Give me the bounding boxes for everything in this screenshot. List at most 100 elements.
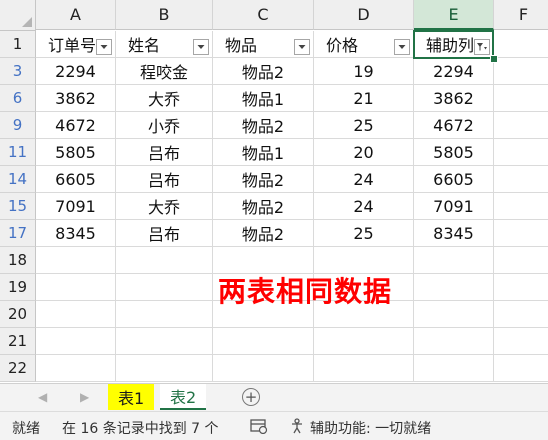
data-cell[interactable]: 21 xyxy=(314,85,414,112)
empty-cell[interactable] xyxy=(414,274,494,301)
data-cell[interactable]: 6605 xyxy=(414,166,494,193)
empty-cell[interactable] xyxy=(494,328,548,355)
empty-cell[interactable] xyxy=(36,274,116,301)
header-cell[interactable]: 物品 xyxy=(213,31,314,58)
filter-dropdown-icon[interactable] xyxy=(394,39,410,55)
row-header-9[interactable]: 9 xyxy=(0,112,36,139)
data-cell[interactable]: 8345 xyxy=(36,220,116,247)
data-cell[interactable]: 物品1 xyxy=(213,85,314,112)
accessibility-status[interactable]: 辅助功能: 一切就绪 xyxy=(310,418,431,438)
data-cell[interactable]: 5805 xyxy=(414,139,494,166)
empty-cell[interactable] xyxy=(213,355,314,382)
scroll-tabs-right-icon[interactable]: ▶ xyxy=(80,390,89,404)
column-header-a[interactable]: A xyxy=(36,0,116,30)
empty-cell[interactable] xyxy=(494,31,548,58)
sheet-tab-1[interactable]: 表1 xyxy=(108,384,155,410)
empty-cell[interactable] xyxy=(414,355,494,382)
data-cell[interactable]: 物品2 xyxy=(213,112,314,139)
header-cell[interactable]: 辅助列 xyxy=(414,31,494,58)
empty-cell[interactable] xyxy=(116,301,213,328)
row-header-17[interactable]: 17 xyxy=(0,220,36,247)
data-cell[interactable]: 2294 xyxy=(36,58,116,85)
data-cell[interactable]: 5805 xyxy=(36,139,116,166)
data-cell[interactable]: 19 xyxy=(314,58,414,85)
add-sheet-icon[interactable]: + xyxy=(242,388,260,406)
empty-cell[interactable] xyxy=(494,139,548,166)
row-header-20[interactable]: 20 xyxy=(0,301,36,328)
data-cell[interactable]: 吕布 xyxy=(116,220,213,247)
data-cell[interactable]: 2294 xyxy=(414,58,494,85)
empty-cell[interactable] xyxy=(36,355,116,382)
column-header-e[interactable]: E xyxy=(414,0,494,30)
empty-cell[interactable] xyxy=(414,301,494,328)
header-cell[interactable]: 姓名 xyxy=(116,31,213,58)
empty-cell[interactable] xyxy=(494,220,548,247)
column-header-d[interactable]: D xyxy=(314,0,414,30)
data-cell[interactable]: 6605 xyxy=(36,166,116,193)
row-header-1[interactable]: 1 xyxy=(0,31,36,58)
empty-cell[interactable] xyxy=(36,247,116,274)
data-cell[interactable]: 物品2 xyxy=(213,220,314,247)
data-cell[interactable]: 吕布 xyxy=(116,139,213,166)
row-header-19[interactable]: 19 xyxy=(0,274,36,301)
data-cell[interactable]: 4672 xyxy=(414,112,494,139)
data-cell[interactable]: 大乔 xyxy=(116,193,213,220)
select-all-corner[interactable] xyxy=(0,0,36,31)
scroll-tabs-left-icon[interactable]: ◀ xyxy=(38,390,47,404)
data-cell[interactable]: 7091 xyxy=(36,193,116,220)
data-cell[interactable]: 物品2 xyxy=(213,166,314,193)
empty-cell[interactable] xyxy=(494,274,548,301)
data-cell[interactable]: 25 xyxy=(314,112,414,139)
header-cell[interactable]: 订单号 xyxy=(36,31,116,58)
data-cell[interactable]: 4672 xyxy=(36,112,116,139)
empty-cell[interactable] xyxy=(314,328,414,355)
empty-cell[interactable] xyxy=(116,247,213,274)
data-cell[interactable]: 3862 xyxy=(36,85,116,112)
filter-dropdown-icon[interactable] xyxy=(96,39,112,55)
empty-cell[interactable] xyxy=(116,274,213,301)
sheet-tab-2[interactable]: 表2 xyxy=(160,384,207,410)
data-cell[interactable]: 20 xyxy=(314,139,414,166)
empty-cell[interactable] xyxy=(494,58,548,85)
row-header-6[interactable]: 6 xyxy=(0,85,36,112)
empty-cell[interactable] xyxy=(314,355,414,382)
empty-cell[interactable] xyxy=(213,328,314,355)
data-cell[interactable]: 物品2 xyxy=(213,58,314,85)
row-header-11[interactable]: 11 xyxy=(0,139,36,166)
filter-dropdown-icon[interactable] xyxy=(294,39,310,55)
cell-mode-icon[interactable] xyxy=(250,418,268,438)
data-cell[interactable]: 24 xyxy=(314,166,414,193)
accessibility-icon[interactable] xyxy=(290,418,308,438)
row-header-14[interactable]: 14 xyxy=(0,166,36,193)
row-header-3[interactable]: 3 xyxy=(0,58,36,85)
data-cell[interactable]: 8345 xyxy=(414,220,494,247)
fill-handle[interactable] xyxy=(490,55,498,63)
data-cell[interactable]: 吕布 xyxy=(116,166,213,193)
filter-active-icon[interactable] xyxy=(474,39,490,55)
empty-cell[interactable] xyxy=(36,301,116,328)
empty-cell[interactable] xyxy=(494,85,548,112)
empty-cell[interactable] xyxy=(494,247,548,274)
column-header-b[interactable]: B xyxy=(116,0,213,30)
empty-cell[interactable] xyxy=(494,301,548,328)
row-header-21[interactable]: 21 xyxy=(0,328,36,355)
data-cell[interactable]: 3862 xyxy=(414,85,494,112)
row-header-22[interactable]: 22 xyxy=(0,355,36,382)
data-cell[interactable]: 物品2 xyxy=(213,193,314,220)
filter-dropdown-icon[interactable] xyxy=(193,39,209,55)
data-cell[interactable]: 大乔 xyxy=(116,85,213,112)
data-cell[interactable]: 程咬金 xyxy=(116,58,213,85)
data-cell[interactable]: 24 xyxy=(314,193,414,220)
data-cell[interactable]: 物品1 xyxy=(213,139,314,166)
empty-cell[interactable] xyxy=(116,355,213,382)
empty-cell[interactable] xyxy=(494,193,548,220)
data-cell[interactable]: 7091 xyxy=(414,193,494,220)
empty-cell[interactable] xyxy=(116,328,213,355)
data-cell[interactable]: 小乔 xyxy=(116,112,213,139)
empty-cell[interactable] xyxy=(414,328,494,355)
column-header-c[interactable]: C xyxy=(213,0,314,30)
spreadsheet-grid[interactable]: ABCDEF 1 3 6 9 11 14 15 17 18 19 20 21 22 订单号 姓名 物品 价格辅… xyxy=(0,0,548,384)
empty-cell[interactable] xyxy=(414,247,494,274)
header-cell[interactable]: 价格 xyxy=(314,31,414,58)
row-header-18[interactable]: 18 xyxy=(0,247,36,274)
